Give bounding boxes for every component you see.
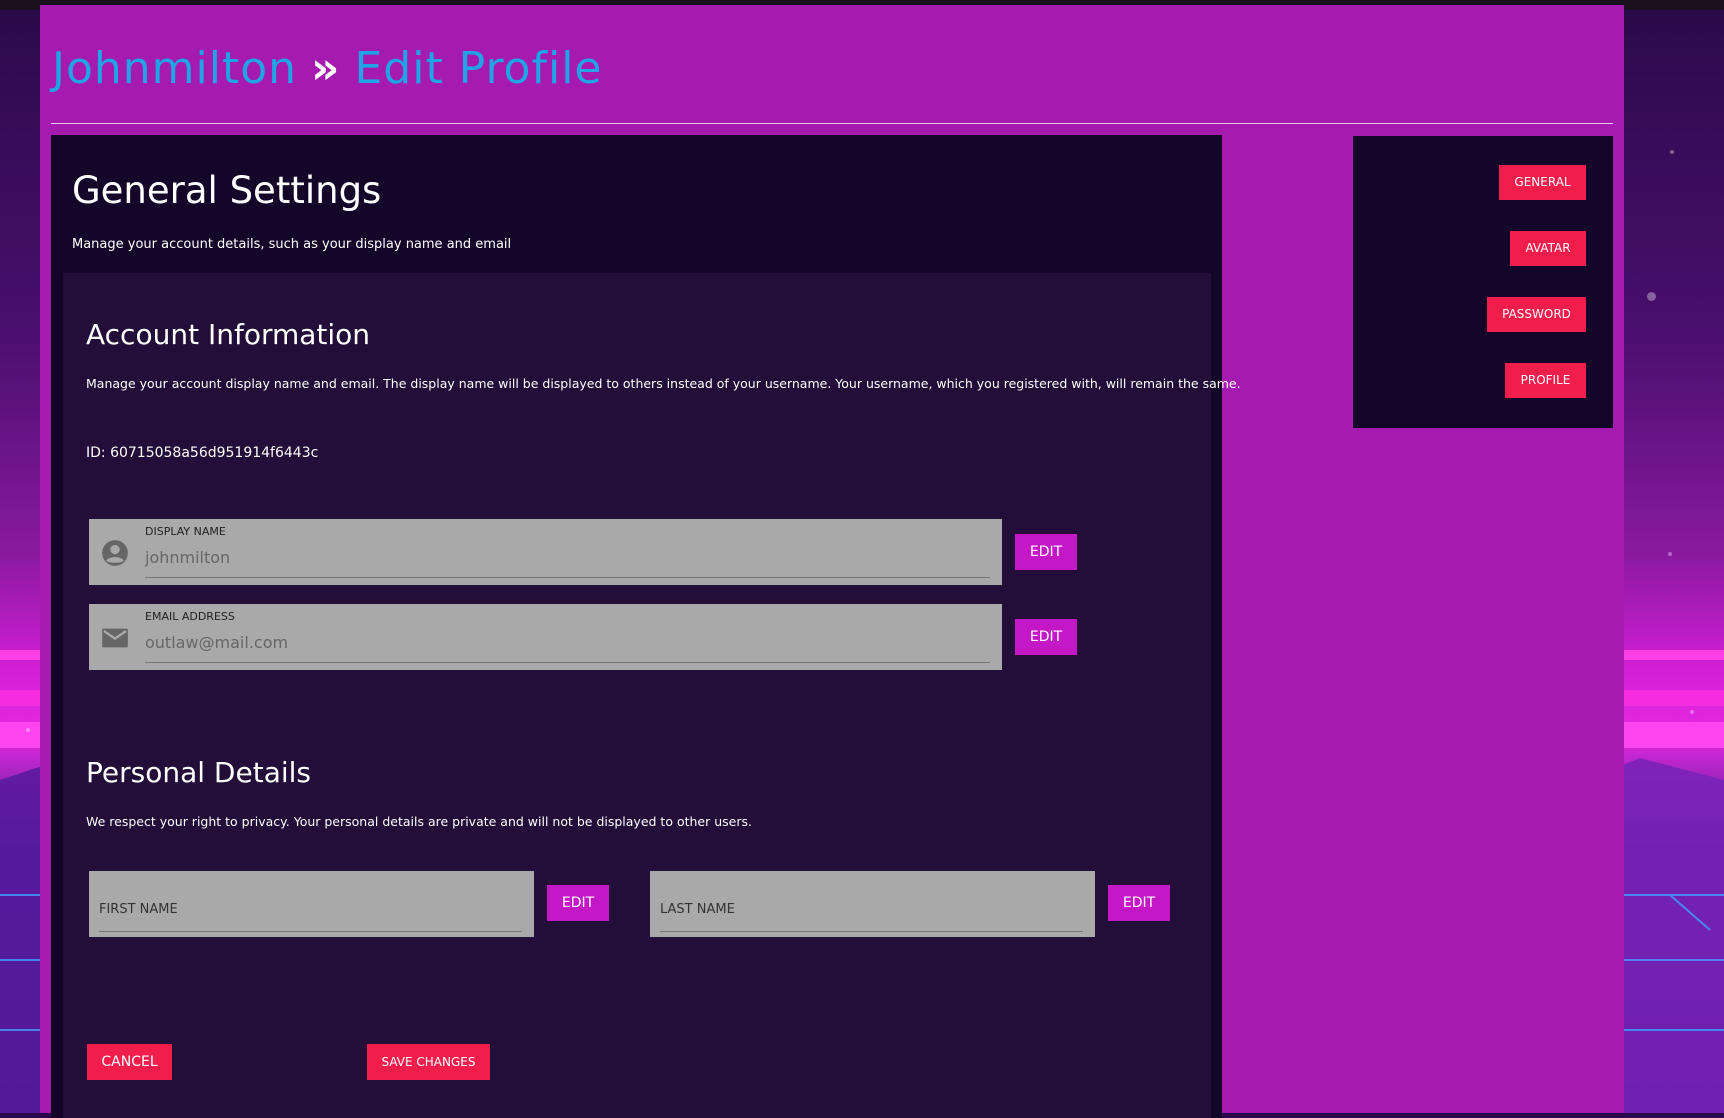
edit-last-name-button[interactable]: EDIT bbox=[1108, 885, 1170, 921]
email-address-label: EMAIL ADDRESS bbox=[145, 610, 235, 623]
header-divider bbox=[51, 123, 1613, 124]
edit-first-name-button[interactable]: EDIT bbox=[547, 885, 609, 921]
page-subtitle: Manage your account details, such as you… bbox=[72, 237, 512, 252]
nav-password-button[interactable]: PASSWORD bbox=[1487, 297, 1586, 332]
last-name-underline bbox=[660, 931, 1083, 932]
personal-details-heading: Personal Details bbox=[86, 756, 311, 789]
save-changes-button[interactable]: SAVE CHANGES bbox=[367, 1044, 490, 1080]
display-name-label: DISPLAY NAME bbox=[145, 525, 226, 538]
last-name-field[interactable]: LAST NAME bbox=[650, 871, 1095, 937]
first-name-field[interactable]: FIRST NAME bbox=[89, 871, 534, 937]
general-settings-panel: General Settings Manage your account det… bbox=[51, 135, 1241, 1118]
edit-display-name-button[interactable]: EDIT bbox=[1015, 534, 1077, 570]
mail-icon bbox=[102, 628, 128, 648]
breadcrumb-current-page: Edit Profile bbox=[354, 43, 603, 94]
account-circle-icon bbox=[102, 540, 128, 566]
display-name-underline bbox=[145, 577, 990, 578]
page-title: General Settings bbox=[72, 169, 382, 212]
background-star bbox=[1647, 292, 1656, 301]
breadcrumb: Johnmilton » Edit Profile bbox=[52, 43, 603, 94]
cancel-button[interactable]: CANCEL bbox=[87, 1044, 172, 1080]
background-star bbox=[1690, 710, 1694, 714]
account-information-heading: Account Information bbox=[86, 318, 371, 351]
settings-card: Account Information Manage your account … bbox=[63, 273, 1241, 1118]
settings-side-navigation: GENERAL AVATAR PASSWORD PROFILE bbox=[1353, 136, 1613, 428]
first-name-label: FIRST NAME bbox=[99, 902, 178, 917]
background-star bbox=[1670, 150, 1674, 154]
email-address-field[interactable]: EMAIL ADDRESS outlaw@mail.com bbox=[89, 604, 1002, 670]
breadcrumb-separator: » bbox=[311, 43, 341, 94]
first-name-underline bbox=[99, 931, 522, 932]
display-name-input[interactable]: johnmilton bbox=[145, 548, 230, 567]
account-information-description: Manage your account display name and ema… bbox=[86, 376, 1241, 391]
email-address-input[interactable]: outlaw@mail.com bbox=[145, 633, 288, 652]
edit-email-button[interactable]: EDIT bbox=[1015, 619, 1077, 655]
personal-details-description: We respect your right to privacy. Your p… bbox=[86, 814, 752, 829]
background-star bbox=[26, 728, 30, 732]
nav-profile-button[interactable]: PROFILE bbox=[1505, 363, 1586, 398]
background-star bbox=[1668, 552, 1672, 556]
display-name-field[interactable]: DISPLAY NAME johnmilton bbox=[89, 519, 1002, 585]
email-address-underline bbox=[145, 662, 990, 663]
nav-avatar-button[interactable]: AVATAR bbox=[1510, 231, 1586, 266]
account-id: ID: 60715058a56d951914f6443c bbox=[86, 445, 319, 461]
last-name-label: LAST NAME bbox=[660, 902, 735, 917]
nav-general-button[interactable]: GENERAL bbox=[1499, 165, 1586, 200]
breadcrumb-user-link[interactable]: Johnmilton bbox=[52, 43, 297, 94]
